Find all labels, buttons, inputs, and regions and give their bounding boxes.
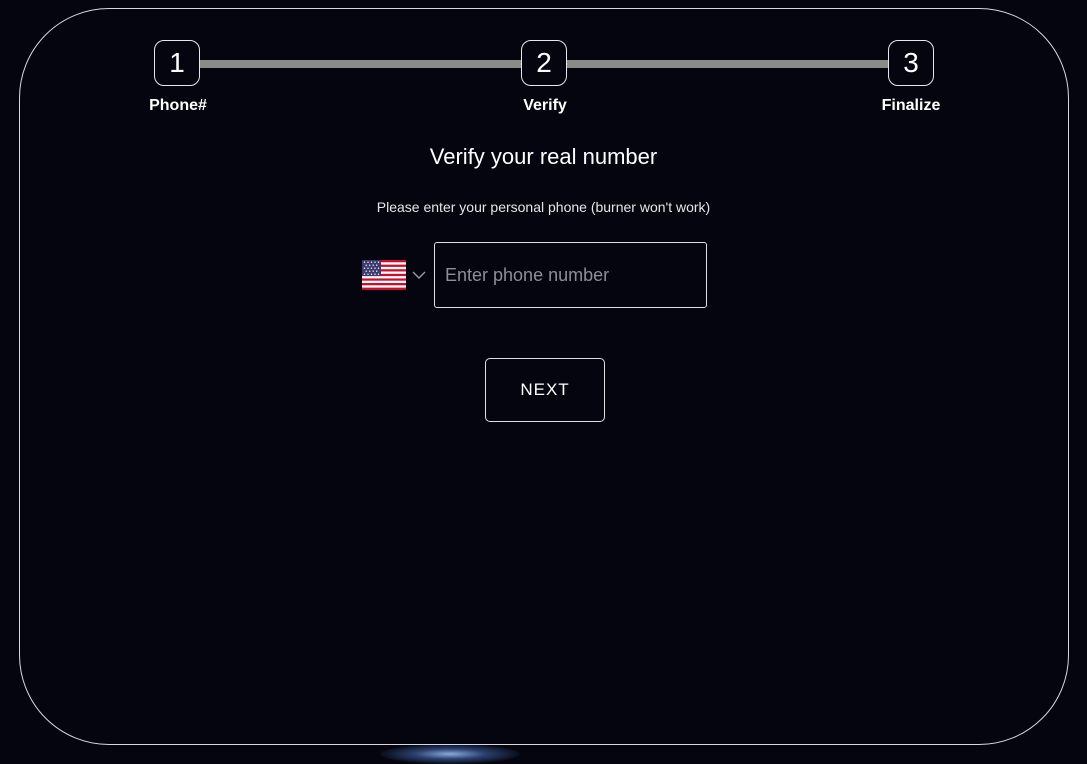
page-title: Verify your real number — [429, 144, 658, 169]
page-subtitle: Please enter your personal phone (burner… — [376, 199, 711, 215]
background-glow — [380, 744, 520, 764]
step-1-number: 1 — [169, 47, 185, 78]
next-button[interactable]: NEXT — [485, 358, 605, 422]
step-3-indicator: 3 — [888, 40, 934, 86]
step-2-label: Verify — [523, 97, 567, 114]
chevron-down-icon — [412, 271, 426, 279]
step-2-number: 2 — [536, 47, 552, 78]
step-3-number: 3 — [903, 47, 919, 78]
us-flag-icon — [362, 260, 406, 290]
step-1-indicator: 1 — [154, 40, 200, 86]
step-2-indicator: 2 — [521, 40, 567, 86]
step-1-label: Phone# — [149, 97, 207, 114]
country-code-select[interactable] — [362, 258, 432, 292]
phone-number-input[interactable] — [434, 242, 707, 308]
step-3-label: Finalize — [881, 97, 941, 114]
